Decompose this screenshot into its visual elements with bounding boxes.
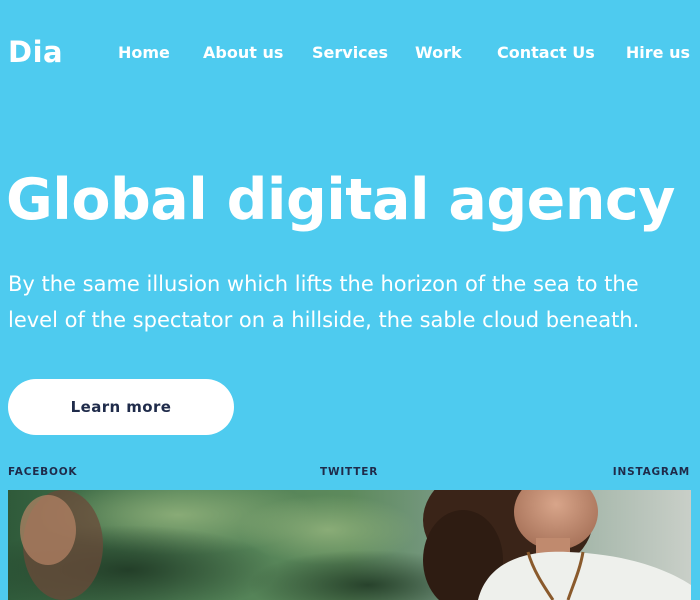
- hero-photo-image: [8, 490, 691, 600]
- hero-subtitle: By the same illusion which lifts the hor…: [8, 272, 640, 332]
- hero-photo: [8, 490, 691, 600]
- nav-link-services[interactable]: Services: [312, 43, 388, 63]
- page: Dia Home About us Services Work Contact …: [0, 0, 700, 600]
- nav-link-home[interactable]: Home: [118, 43, 170, 63]
- logo[interactable]: Dia: [8, 34, 63, 70]
- facebook-link[interactable]: FACEBOOK: [8, 466, 77, 478]
- twitter-link[interactable]: TWITTER: [320, 466, 378, 478]
- learn-more-button[interactable]: Learn more: [8, 379, 234, 435]
- nav-link-about-us[interactable]: About us: [203, 43, 283, 63]
- instagram-link[interactable]: INSTAGRAM: [613, 466, 690, 478]
- hero-title: Global digital agency: [6, 167, 675, 233]
- nav-link-work[interactable]: Work: [415, 43, 462, 63]
- nav-link-contact-us[interactable]: Contact Us: [497, 43, 595, 63]
- hire-us-link[interactable]: Hire us: [626, 43, 690, 63]
